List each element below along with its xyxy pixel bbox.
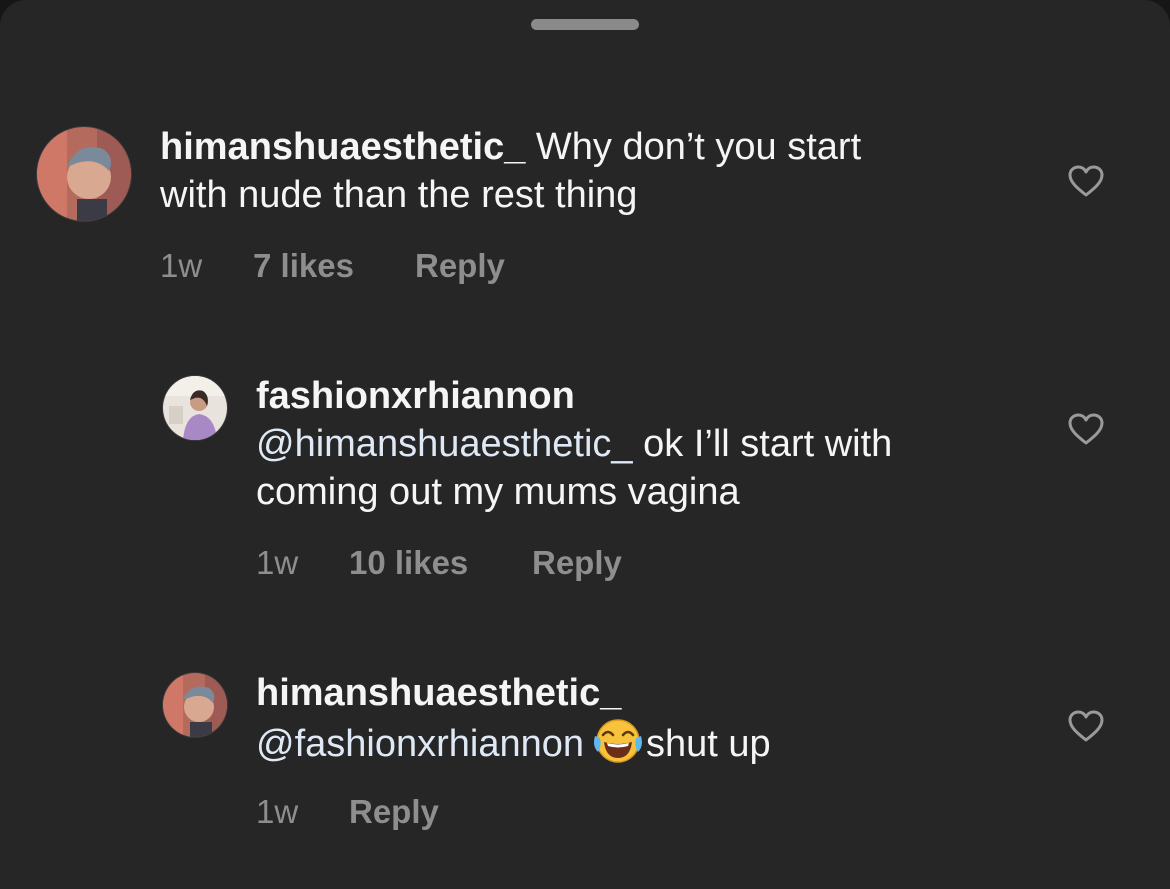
comment-username[interactable]: fashionxrhiannon (256, 373, 575, 420)
comment-body: Why don’t you start (525, 126, 862, 168)
comment-time: 1w (256, 544, 299, 581)
reply-button[interactable]: Reply (415, 247, 505, 285)
likes-count-link[interactable]: 10 likes (349, 544, 468, 582)
comment-body: shut up (646, 723, 771, 765)
profile-photo-icon (163, 376, 227, 440)
face-with-tears-of-joy-emoji (592, 718, 644, 764)
heart-outline-icon (1068, 165, 1104, 197)
like-button[interactable] (1067, 709, 1105, 743)
comment-text: himanshuaesthetic_ Why don’t you start (160, 124, 861, 171)
comment-meta: 1w 10 likes Reply (256, 544, 676, 584)
likes-count-link[interactable]: 7 likes (253, 247, 354, 285)
comment-time: 1w (160, 247, 203, 284)
comment-text-line: with nude than the rest thing (160, 174, 638, 216)
comment-time: 1w (256, 793, 299, 830)
comment-body: ok I’ll start with (632, 423, 893, 465)
comments-sheet: himanshuaesthetic_ Why don’t you start w… (0, 0, 1170, 889)
avatar[interactable] (163, 376, 227, 440)
comment-username[interactable]: himanshuaesthetic_ (160, 126, 525, 168)
comment-username[interactable]: himanshuaesthetic_ (256, 670, 621, 717)
reply-button[interactable]: Reply (532, 544, 622, 582)
mention-link[interactable]: @himanshuaesthetic_ (256, 423, 633, 465)
heart-outline-icon (1068, 413, 1104, 445)
profile-photo-icon (37, 127, 131, 221)
comment-text: @fashionxrhiannon shut up (256, 718, 771, 768)
comment-text-line: coming out my mums vagina (256, 471, 740, 513)
comment-meta: 1w 7 likes Reply (160, 247, 560, 287)
profile-photo-icon (163, 673, 227, 737)
mention-link[interactable]: @fashionxrhiannon (256, 723, 584, 765)
like-button[interactable] (1067, 164, 1105, 198)
avatar[interactable] (163, 673, 227, 737)
comment-text: @himanshuaesthetic_ ok I’ll start with (256, 421, 892, 468)
heart-outline-icon (1068, 710, 1104, 742)
comment-meta: 1w Reply (256, 793, 556, 833)
like-button[interactable] (1067, 412, 1105, 446)
reply-button[interactable]: Reply (349, 793, 439, 831)
sheet-grabber-handle[interactable] (531, 19, 639, 30)
avatar[interactable] (37, 127, 131, 221)
